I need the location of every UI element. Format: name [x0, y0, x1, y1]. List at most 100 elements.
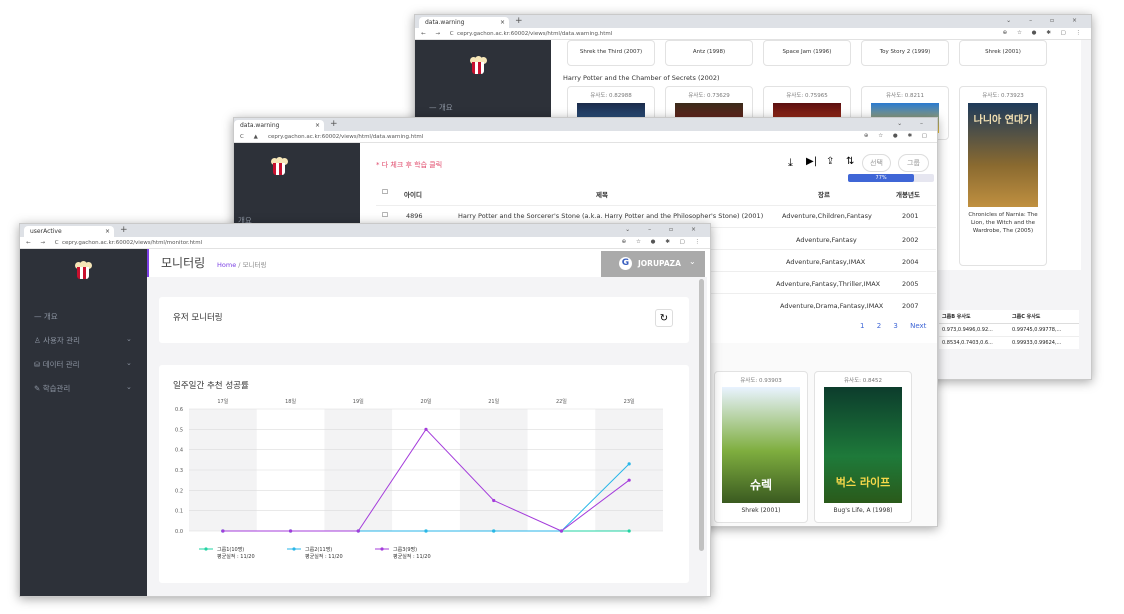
- col-title: 제목: [596, 191, 608, 199]
- play-next-icon[interactable]: ▶|: [806, 156, 817, 167]
- url-text[interactable]: cepry.gachon.ac.kr:60002/views/html/data…: [268, 134, 423, 140]
- data-point: [627, 462, 631, 466]
- new-tab-icon[interactable]: +: [120, 225, 128, 235]
- similarity-score: 유사도: 0.73629: [688, 93, 730, 99]
- cell-genre: Adventure,Children,Fantasy: [782, 212, 872, 220]
- browser-tools[interactable]: ⊕ ☆ ● ✱ ▢ ⋮: [622, 239, 704, 245]
- toolbar: ⤓ ▶| ⇪ ⇅ 선택 그룹: [786, 154, 936, 176]
- page-link[interactable]: 3: [893, 322, 897, 330]
- window-controls[interactable]: ⌄ – ▫ ×: [625, 226, 704, 233]
- movie-rec-area: 유사도: 0.93903 슈렉 Shrek (2001) 유사도: 0.8452…: [710, 343, 937, 526]
- browser-tools[interactable]: ⊕ ☆ ● ✱ ▢ ⋮: [1003, 30, 1085, 36]
- new-tab-icon[interactable]: +: [515, 16, 523, 26]
- line-chart: 0.0 0.1 0.2 0.3 0.4 0.5 0.6 17일 18일 19일 20일 21일 22일 2…: [175, 398, 663, 560]
- select-button[interactable]: 선택: [862, 154, 891, 172]
- cell-id: 4896: [406, 212, 423, 220]
- download-icon[interactable]: ⤓: [788, 156, 793, 170]
- browser-tab-bar: data.warning × + ⌄ –: [234, 118, 937, 131]
- address-bar[interactable]: ← → C cepry.gachon.ac.kr:60002/views/htm…: [20, 237, 710, 249]
- address-bar[interactable]: ← → C cepry.gachon.ac.kr:60002/views/htm…: [415, 28, 1091, 40]
- cell-year: 2007: [902, 302, 919, 310]
- legend-label: 그룹1(10명): [217, 546, 244, 553]
- refresh-icon[interactable]: ↻: [655, 309, 673, 327]
- data-point: [288, 529, 293, 533]
- movie-title: Shrek (2001): [741, 507, 781, 514]
- address-bar[interactable]: C ▲ cepry.gachon.ac.kr:60002/views/html/…: [234, 131, 937, 143]
- row-checkbox[interactable]: ☐: [382, 211, 388, 219]
- table-cell: 0.8534,0.7403,0.6...: [942, 340, 993, 346]
- scrollbar[interactable]: [699, 279, 704, 551]
- menu-learning-management[interactable]: ✎ 학습관리 ⌄: [34, 383, 132, 394]
- sort-icon[interactable]: ⇅: [846, 156, 854, 167]
- data-point: [356, 529, 360, 533]
- menu-user-management[interactable]: ♙ 사용자 관리 ⌄: [34, 335, 132, 346]
- movie-title: Toy Story 2 (1999): [879, 49, 931, 55]
- movie-card[interactable]: Shrek (2001): [959, 40, 1047, 66]
- chevron-down-icon: ⌄: [126, 383, 132, 391]
- url-text[interactable]: cepry.gachon.ac.kr:60002/views/html/moni…: [62, 240, 202, 246]
- movie-title: Bug's Life, A (1998): [833, 507, 893, 514]
- table-cell: 0.973,0.9496,0.92...: [942, 327, 993, 333]
- movie-card[interactable]: Antz (1998): [665, 40, 753, 66]
- similarity-score: 유사도: 0.75965: [786, 93, 828, 99]
- table-header: 그룹C 유사도: [1012, 314, 1041, 320]
- rec-row-top: Shrek the Third (2007) Antz (1998) Space…: [551, 40, 1081, 70]
- y-tick-label: 0.0: [175, 529, 183, 535]
- close-tab-icon[interactable]: ×: [105, 228, 110, 235]
- chart-card: 일주일간 추천 성공률 0.0 0.1 0.2 0.3 0.4 0.5 0.6 17일 18일 1…: [159, 365, 689, 583]
- data-point: [424, 529, 428, 533]
- movie-card[interactable]: Space Jam (1996): [763, 40, 851, 66]
- database-icon: ⛁: [34, 360, 41, 369]
- poster-text: 나니아 연대기: [973, 115, 1033, 126]
- browser-tools[interactable]: ⊕ ☆ ● ✱ ▢: [864, 133, 931, 139]
- close-tab-icon[interactable]: ×: [500, 19, 505, 26]
- user-icon: ♙: [34, 336, 41, 345]
- nav-buttons[interactable]: C ▲: [240, 134, 262, 140]
- page-link[interactable]: 1: [860, 322, 864, 330]
- pagination: 1 2 3 Next: [860, 322, 926, 330]
- cell-year: 2004: [902, 258, 919, 266]
- movie-card[interactable]: Shrek the Third (2007): [567, 40, 655, 66]
- movie-card[interactable]: 유사도: 0.93903 슈렉 Shrek (2001): [714, 371, 808, 523]
- x-tick-label: 17일: [217, 398, 228, 405]
- menu-overview[interactable]: — 개요: [429, 102, 453, 113]
- share-icon[interactable]: ⇪: [826, 156, 834, 167]
- movie-card[interactable]: 유사도: 0.8452 벅스 라이프 Bug's Life, A (1998): [814, 371, 912, 523]
- breadcrumb-home[interactable]: Home: [217, 261, 236, 269]
- browser-tab[interactable]: userActive ×: [24, 226, 114, 237]
- select-all-checkbox[interactable]: ☐: [382, 188, 388, 196]
- window-controls[interactable]: ⌄ –: [897, 120, 931, 127]
- chart-title: 일주일간 추천 성공률: [173, 381, 249, 391]
- cell-year: 2001: [902, 212, 919, 220]
- movie-card[interactable]: Toy Story 2 (1999): [861, 40, 949, 66]
- chevron-down-icon: ⌄: [689, 257, 696, 266]
- browser-tab[interactable]: data.warning ×: [419, 17, 509, 28]
- similarity-score: 유사도: 0.93903: [740, 378, 782, 384]
- nav-buttons[interactable]: ← → C: [421, 31, 458, 37]
- new-tab-icon[interactable]: +: [330, 119, 338, 129]
- page-link[interactable]: 2: [877, 322, 881, 330]
- movie-title: Chronicles of Narnia: The Lion, the Witc…: [968, 212, 1038, 234]
- group-button[interactable]: 그룹: [898, 154, 929, 172]
- window-controls[interactable]: ⌄ – ▫ ×: [1006, 17, 1085, 24]
- legend-marker: [204, 547, 208, 551]
- cell-genre: Adventure,Fantasy,Thriller,IMAX: [776, 280, 881, 288]
- popcorn-logo-icon: [268, 157, 290, 177]
- nav-buttons[interactable]: ← → C: [26, 240, 63, 246]
- y-tick-label: 0.6: [175, 407, 183, 413]
- url-text[interactable]: cepry.gachon.ac.kr:60002/views/html/data…: [457, 31, 612, 37]
- movie-card[interactable]: 유사도: 0.73923 나니아 연대기 Chronicles of Narni…: [959, 86, 1047, 266]
- cell-genre: Adventure,Fantasy: [796, 236, 857, 244]
- header-bar: 모니터링 Home / 모니터링 G JORUPAZA ⌄: [147, 249, 707, 277]
- cell-year: 2005: [902, 280, 919, 288]
- movie-title: Space Jam (1996): [782, 49, 832, 55]
- x-tick-label: 20일: [421, 398, 432, 405]
- browser-tab[interactable]: data.warning ×: [234, 120, 324, 131]
- next-link[interactable]: Next: [910, 322, 926, 330]
- user-menu[interactable]: G JORUPAZA ⌄: [601, 251, 705, 277]
- x-tick-label: 23일: [624, 398, 635, 405]
- menu-data-management[interactable]: ⛁ 데이터 관리 ⌄: [34, 359, 132, 370]
- menu-overview[interactable]: — 개요: [34, 311, 58, 322]
- close-tab-icon[interactable]: ×: [315, 122, 320, 129]
- table-cell: 0.99933,0.99624,...: [1012, 340, 1062, 346]
